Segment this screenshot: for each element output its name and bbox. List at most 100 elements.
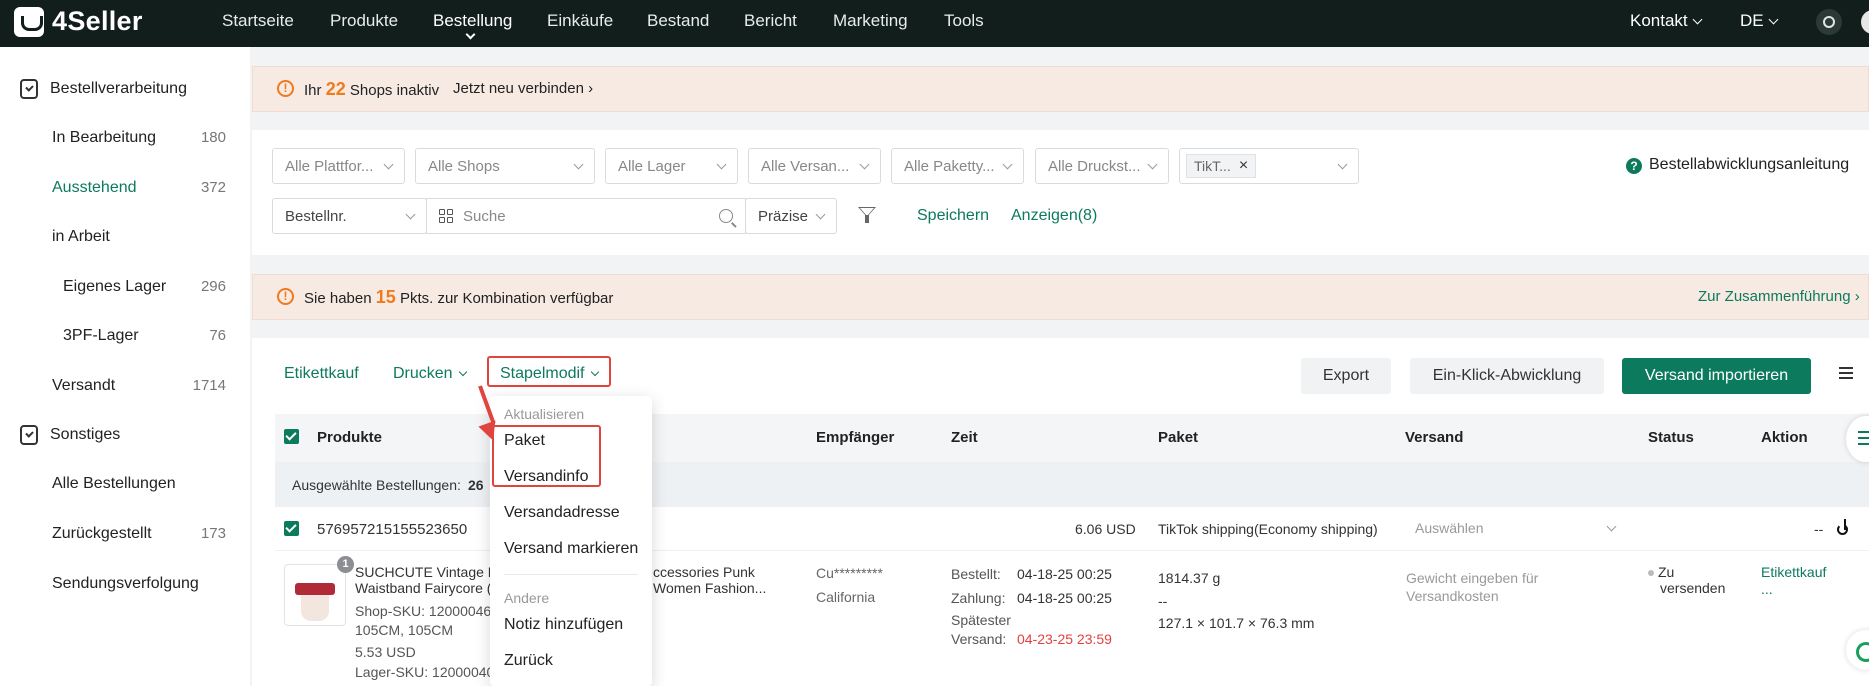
dropdown-item-versand-markieren[interactable]: Versand markieren — [504, 540, 638, 558]
chevron-right-icon: › — [1854, 288, 1860, 305]
sidebar-item-ausstehend[interactable]: Ausstehend 372 — [52, 179, 226, 197]
save-filter-button[interactable]: Speichern — [917, 207, 989, 225]
sidebar-item-eigenes-lager[interactable]: Eigenes Lager 296 — [63, 278, 226, 296]
filter-icon[interactable] — [858, 207, 876, 223]
sidebar-item-zurueckgestellt[interactable]: Zurückgestellt 173 — [52, 525, 226, 543]
recipient-state: California — [816, 589, 876, 605]
nav-tools[interactable]: Tools — [944, 11, 984, 31]
sidebar-item-label: 3PF-Lager — [63, 327, 139, 344]
package-dimensions: 127.1 × 101.7 × 76.3 mm — [1158, 615, 1315, 631]
status-line-2: versenden — [1660, 580, 1726, 596]
package-dash: -- — [1158, 593, 1168, 609]
shipping-select[interactable]: Auswählen — [1415, 520, 1617, 536]
dropdown-item-zurueck[interactable]: Zurück — [504, 652, 553, 670]
nav-bericht[interactable]: Bericht — [744, 11, 797, 31]
dropdown-group-update: Aktualisieren — [504, 406, 585, 422]
shop-select[interactable]: Alle Shops — [415, 148, 595, 184]
dropdown-group-other: Andere — [504, 590, 550, 606]
close-icon[interactable]: × — [1239, 157, 1248, 175]
sidebar-item-alle-bestellungen[interactable]: Alle Bestellungen — [52, 475, 226, 493]
one-click-button[interactable]: Ein-Klick-Abwicklung — [1410, 358, 1604, 394]
order-checkbox[interactable] — [284, 521, 299, 536]
show-filters-button[interactable]: Anzeigen(8) — [1011, 207, 1097, 225]
merge-link[interactable]: Zur Zusammenführung › — [1698, 288, 1860, 305]
sidebar-item-3pf-lager[interactable]: 3PF-Lager 76 — [63, 327, 226, 345]
sidebar-item-count: 76 — [209, 327, 226, 344]
print-menu-button[interactable]: Drucken — [393, 365, 467, 383]
banner-prefix: Ihr — [304, 82, 322, 99]
logo[interactable]: 4Seller — [14, 6, 143, 37]
logo-bag-icon — [14, 6, 44, 37]
sidebar-item-label: Zurückgestellt — [52, 525, 152, 542]
sidebar-item-count: 372 — [200, 179, 226, 196]
paid-time: 04-18-25 00:25 — [1017, 590, 1112, 606]
combine-packages-banner: ! Sie haben 15 Pkts. zur Kombination ver… — [252, 274, 1869, 320]
product-title-line-2[interactable]: Waistband Fairycore ( — [355, 580, 491, 596]
latest-ship-time: 04-23-25 23:59 — [1017, 631, 1112, 647]
banner-prefix: Sie haben — [304, 290, 372, 307]
order-field-select[interactable]: Bestellnr. — [272, 198, 427, 234]
precision-select[interactable]: Präzise — [745, 198, 837, 234]
inactive-shops-count: 22 — [325, 79, 346, 99]
platform-tag-select[interactable]: TikT... × — [1179, 148, 1359, 184]
row-more-actions[interactable]: ... — [1761, 581, 1773, 597]
chevron-down-icon — [1606, 521, 1617, 531]
sidebar-item-label: In Bearbeitung — [52, 129, 157, 146]
label-purchase-button[interactable]: Etikettkauf — [284, 365, 359, 383]
select-all-checkbox[interactable] — [284, 429, 299, 444]
sidebar-item-versandt[interactable]: Versandt 1714 — [52, 377, 226, 395]
product-thumbnail[interactable] — [284, 564, 346, 626]
import-shipping-button[interactable]: Versand importieren — [1622, 358, 1811, 394]
nav-produkte[interactable]: Produkte — [330, 11, 398, 31]
language-menu[interactable]: DE — [1740, 11, 1779, 31]
nav-bestand[interactable]: Bestand — [647, 11, 709, 31]
label-purchase-label: Etikettkauf — [284, 365, 359, 382]
nav-marketing[interactable]: Marketing — [833, 11, 908, 31]
inactive-shops-banner: ! Ihr 22 Shops inaktiv Jetzt neu verbind… — [252, 66, 1869, 112]
warning-icon: ! — [277, 80, 294, 97]
sidebar-section-sonstiges[interactable]: Sonstiges — [20, 425, 120, 445]
nav-einkaeufe[interactable]: Einkäufe — [547, 11, 613, 31]
header-versand: Versand — [1405, 429, 1464, 446]
dropdown-item-versandadresse[interactable]: Versandadresse — [504, 504, 620, 522]
sidebar-section-bestellverarbeitung[interactable]: Bestellverarbeitung — [20, 79, 187, 99]
sidebar-item-in-bearbeitung[interactable]: In Bearbeitung 180 — [52, 129, 226, 147]
shipping-select-value: Auswählen — [1415, 520, 1484, 536]
chevron-down-icon — [405, 209, 416, 219]
dropdown-item-notiz[interactable]: Notiz hinzufügen — [504, 616, 623, 634]
sidebar-item-count: 173 — [200, 525, 226, 542]
shipping-select[interactable]: Alle Versan... — [748, 148, 881, 184]
avatar[interactable] — [1861, 10, 1869, 34]
nav-startseite[interactable]: Startseite — [222, 11, 294, 31]
print-label: Drucken — [393, 365, 453, 382]
warehouse-select[interactable]: Alle Lager — [605, 148, 738, 184]
order-action-dash: -- — [1814, 521, 1824, 537]
shop-select-value: Alle Shops — [428, 157, 500, 175]
search-icon[interactable] — [719, 209, 733, 223]
print-status-select[interactable]: Alle Druckst... — [1035, 148, 1169, 184]
gear-icon[interactable] — [1816, 9, 1842, 35]
product-title-line-1[interactable]: SUCHCUTE Vintage F — [355, 564, 496, 580]
sidebar-section-label: Bestellverarbeitung — [50, 80, 187, 97]
column-settings-icon[interactable] — [1839, 367, 1853, 379]
export-button[interactable]: Export — [1301, 358, 1391, 394]
sidebar-item-label: Versandt — [52, 377, 116, 394]
contact-menu[interactable]: Kontakt — [1630, 11, 1703, 31]
platform-select[interactable]: Alle Plattfor... — [272, 148, 405, 184]
reconnect-link[interactable]: Jetzt neu verbinden › — [453, 80, 593, 97]
export-label: Export — [1322, 367, 1370, 384]
search-input[interactable]: Suche — [426, 198, 746, 234]
header-zeit: Zeit — [951, 429, 978, 446]
order-id[interactable]: 576957215155523650 — [317, 521, 467, 538]
sidebar-item-sendungsverfolgung[interactable]: Sendungsverfolgung — [52, 575, 226, 593]
order-shipping-method: TikTok shipping(Economy shipping) — [1158, 521, 1378, 537]
row-label-purchase-link[interactable]: Etikettkauf — [1761, 564, 1826, 580]
guide-link[interactable]: Bestellabwicklungsanleitung — [1649, 156, 1849, 174]
scan-grid-icon — [439, 209, 453, 223]
nav-bestellung[interactable]: Bestellung — [433, 11, 512, 31]
sidebar-item-in-arbeit[interactable]: in Arbeit — [52, 228, 226, 246]
contact-label: Kontakt — [1630, 11, 1688, 30]
package-type-select[interactable]: Alle Paketty... — [891, 148, 1024, 184]
latest-ship-label-2: Versand: — [951, 631, 1007, 647]
sidebar-item-count: 296 — [200, 278, 226, 295]
